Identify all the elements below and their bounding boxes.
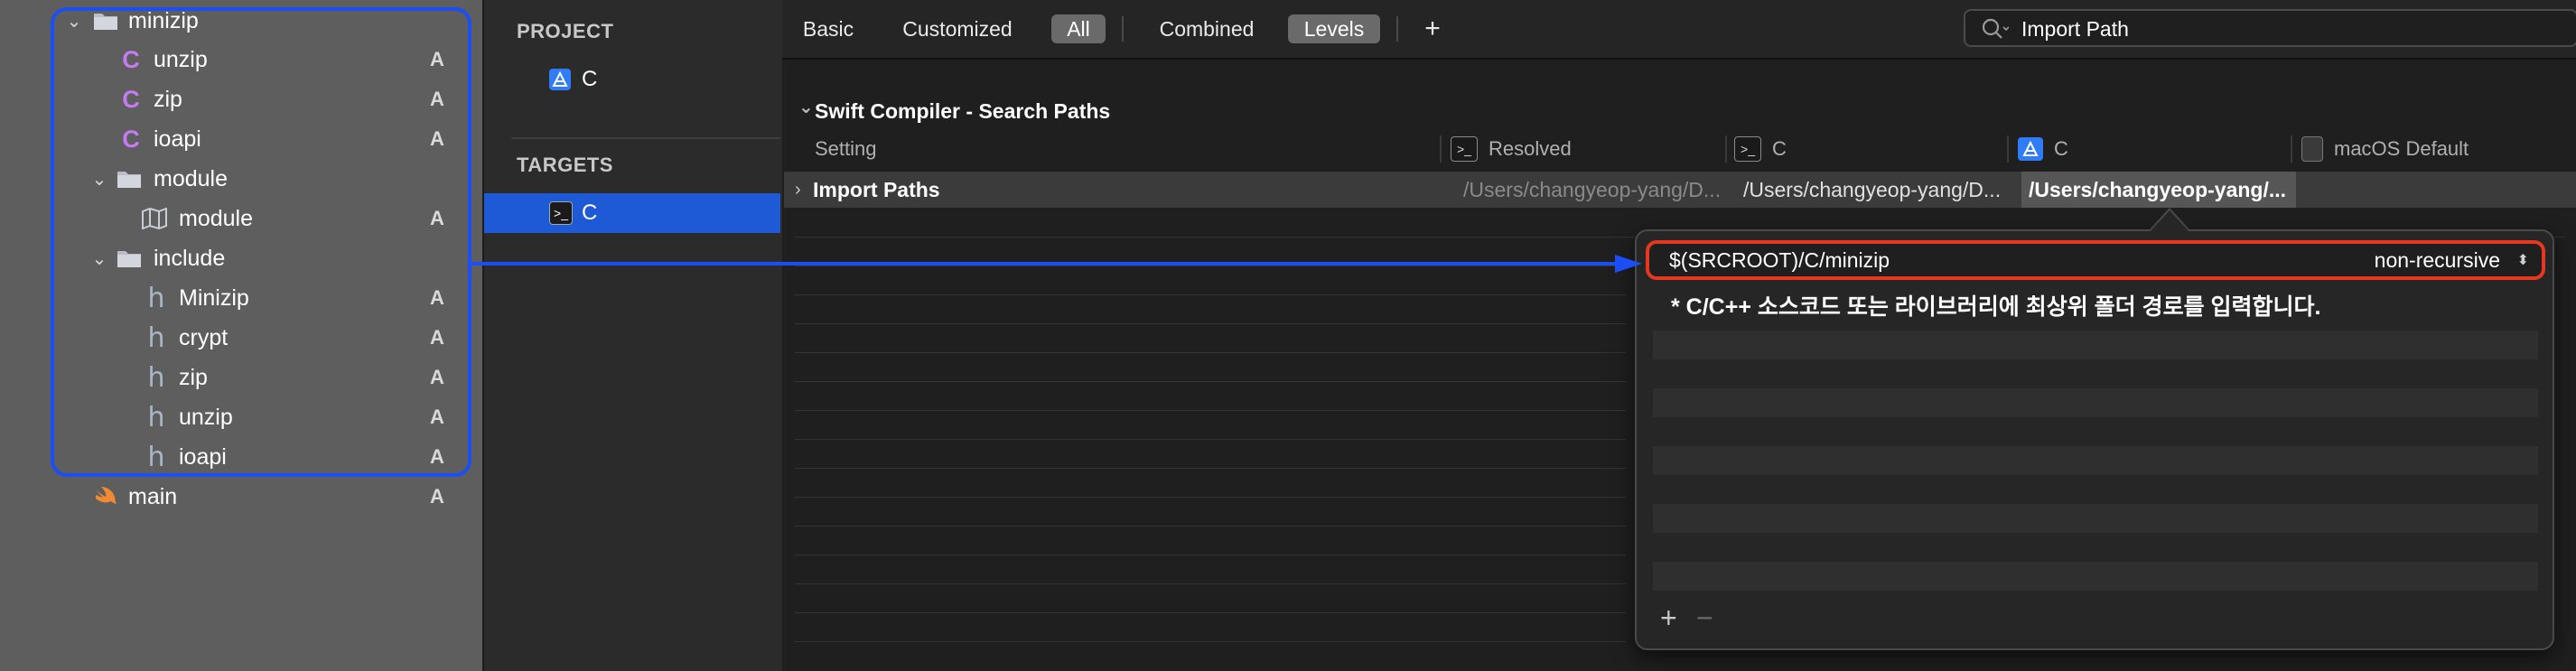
list-item[interactable] (1653, 504, 2538, 533)
column-setting: Setting (815, 137, 877, 160)
list-item[interactable] (1653, 388, 2538, 417)
terminal-icon: >_ (1451, 136, 1478, 162)
add-path-button[interactable]: + (1660, 601, 1677, 635)
search-input[interactable] (2020, 14, 2565, 43)
section-title: Swift Compiler - Search Paths (815, 99, 1111, 123)
setting-name: Import Paths (813, 177, 940, 201)
targets-section-header: TARGETS (517, 154, 613, 176)
highlight-box-blue (51, 7, 471, 477)
column-default-label: macOS Default (2334, 137, 2469, 160)
xcode-project-icon (2018, 137, 2043, 161)
divider (795, 323, 1626, 324)
annotation-arrow (471, 255, 1642, 273)
terminal-icon: >_ (549, 201, 573, 225)
column-default[interactable]: macOS Default (2301, 134, 2469, 164)
target-item-label: C (582, 200, 598, 225)
divider (795, 497, 1626, 498)
divider (795, 352, 1626, 353)
view-combined-button[interactable]: Combined (1149, 14, 1265, 43)
view-levels-button[interactable]: Levels (1288, 14, 1380, 43)
path-entry-row[interactable]: $(SRCROOT)/C/minizip non-recursive ⬍ (1646, 240, 2545, 280)
project-navigator: ⌄ minizip C unzip A C zip A C ioapi A ⌄ … (0, 0, 482, 671)
filter-customized-button[interactable]: Customized (894, 14, 1021, 43)
xcode-project-icon (549, 69, 571, 90)
divider (2007, 135, 2009, 163)
divider (511, 137, 780, 139)
divider (1440, 135, 1442, 163)
path-value[interactable]: $(SRCROOT)/C/minizip (1669, 248, 1890, 273)
target-item-selected[interactable]: >_ C (484, 193, 780, 233)
divider (1725, 135, 1727, 163)
filter-basic-button[interactable]: Basic (798, 14, 858, 43)
divider (795, 381, 1626, 382)
divider (795, 583, 1626, 584)
project-item[interactable]: C (484, 60, 780, 99)
divider (795, 410, 1626, 411)
column-resolved[interactable]: >_ Resolved (1451, 134, 1572, 164)
nav-file-main-swift[interactable]: main A (0, 477, 482, 517)
divider (795, 641, 1626, 642)
list-item[interactable] (1653, 562, 2538, 591)
project-section-header: PROJECT (517, 20, 614, 42)
popover-arrow-fill (2150, 210, 2189, 232)
column-resolved-label: Resolved (1489, 137, 1572, 160)
updown-chevron-icon[interactable]: ⬍ (2517, 251, 2529, 269)
column-target[interactable]: >_ C (1734, 134, 1787, 164)
setting-row-import-paths[interactable]: › Import Paths /Users/changyeop-yang/D..… (784, 172, 2576, 208)
target-value[interactable]: /Users/changyeop-yang/D... (1743, 172, 2011, 208)
source-control-badge: A (430, 485, 444, 508)
column-project[interactable]: C (2018, 134, 2068, 164)
list-item[interactable] (1653, 446, 2538, 475)
filter-all-button[interactable]: All (1051, 14, 1106, 43)
divider (1396, 16, 1398, 42)
column-project-label: C (2054, 137, 2068, 160)
resolved-value: /Users/changyeop-yang/D... (1463, 177, 1722, 201)
document-icon (2301, 136, 2323, 162)
project-value-selected[interactable]: /Users/changyeop-yang/... (2021, 172, 2296, 208)
recursion-select[interactable]: non-recursive (2375, 248, 2500, 273)
divider (795, 468, 1626, 469)
divider (1122, 16, 1124, 42)
divider (795, 439, 1626, 440)
project-targets-pane: PROJECT C TARGETS >_ C (482, 0, 784, 671)
chevron-right-icon[interactable]: › (795, 172, 801, 208)
chevron-down-icon[interactable]: ⌄ (798, 96, 814, 118)
search-field[interactable] (1964, 9, 2576, 47)
column-headers: Setting >_ Resolved >_ C C macOS Default (782, 134, 2576, 164)
search-icon (1980, 16, 2010, 42)
remove-path-button[interactable]: − (1696, 601, 1713, 635)
divider (795, 294, 1626, 295)
divider (795, 612, 1626, 613)
add-setting-button[interactable]: + (1414, 14, 1451, 43)
terminal-icon: >_ (1734, 136, 1761, 162)
list-item[interactable] (1653, 331, 2538, 359)
import-paths-popover: $(SRCROOT)/C/minizip non-recursive ⬍ * C… (1635, 229, 2554, 650)
project-item-label: C (582, 67, 598, 91)
divider (2291, 135, 2292, 163)
divider (795, 526, 1626, 527)
nav-item-label: main (128, 483, 178, 509)
column-target-label: C (1772, 137, 1787, 160)
filter-bar: Basic Customized All Combined Levels + (782, 0, 2576, 60)
annotation-text: * C/C++ 소스코드 또는 라이브러리에 최상위 폴더 경로를 입력합니다. (1671, 294, 2321, 320)
swift-icon (92, 483, 119, 510)
